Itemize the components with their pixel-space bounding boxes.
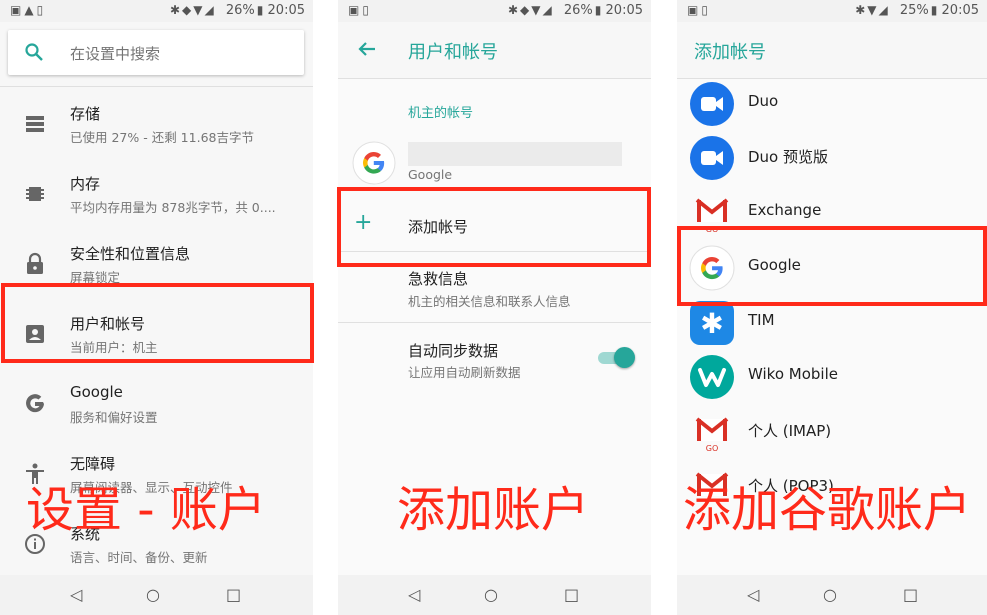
duo-preview-icon — [689, 135, 735, 181]
account-type-imap[interactable]: GO 个人 (IMAP) — [677, 405, 987, 459]
app-bar: 添加帐号 — [677, 22, 987, 79]
caption-settings-account: 设置 - 账户 — [26, 482, 266, 538]
home-nav-icon[interactable]: ○ — [484, 575, 498, 615]
divider — [338, 322, 651, 323]
google-g-icon — [22, 391, 48, 417]
recents-nav-icon[interactable]: □ — [226, 575, 241, 615]
notification-icons: ▣▯ — [687, 3, 711, 17]
settings-item-title: 存储 — [70, 105, 101, 123]
auto-sync-subtitle: 让应用自动刷新数据 — [408, 365, 521, 380]
app-bar: 用户和帐号 — [338, 22, 651, 79]
signal-icons: ✱◆▼◢ — [507, 3, 554, 17]
page-title: 用户和帐号 — [408, 42, 498, 63]
clock: 20:05 — [605, 3, 643, 18]
account-type-wiko[interactable]: Wiko Mobile — [677, 350, 987, 404]
settings-item-subtitle: 已使用 27% - 还剩 11.68吉字节 — [70, 130, 254, 145]
status-bar: ▣▯ ✱▼◢ 25% ▮ 20:05 — [677, 0, 987, 22]
clock: 20:05 — [941, 3, 979, 18]
duo-icon — [689, 81, 735, 127]
wiko-icon — [689, 354, 735, 400]
battery-icon: ▮ — [930, 3, 938, 17]
back-arrow-icon[interactable] — [356, 38, 378, 64]
emergency-info-subtitle: 机主的相关信息和联系人信息 — [408, 294, 571, 309]
battery-icon: ▮ — [256, 3, 264, 17]
account-type-name: Exchange — [748, 201, 822, 219]
settings-item-storage[interactable]: 存储 已使用 27% - 还剩 11.68吉字节 — [0, 89, 313, 159]
account-type-name: Duo — [748, 92, 779, 110]
lock-icon — [22, 251, 48, 277]
battery-icon: ▮ — [594, 3, 602, 17]
notification-icons: ▣▯ — [348, 3, 372, 17]
settings-item-subtitle: 服务和偏好设置 — [70, 410, 158, 425]
settings-item-google[interactable]: Google 服务和偏好设置 — [0, 369, 313, 439]
battery-percent: 25% — [899, 3, 929, 18]
redacted-account-email — [408, 142, 622, 166]
account-type-label: Google — [408, 167, 453, 182]
status-bar: ▣▯ ✱◆▼◢ 26% ▮ 20:05 — [338, 0, 651, 22]
page-title: 添加帐号 — [694, 42, 766, 63]
caption-add-google-account: 添加谷歌账户 — [683, 482, 972, 538]
settings-item-memory[interactable]: 内存 平均内存用量为 878兆字节，共 0.... — [0, 159, 313, 229]
toggle-thumb — [614, 347, 635, 368]
google-logo-icon — [352, 141, 396, 189]
emergency-info-title: 急救信息 — [408, 270, 469, 288]
notification-icons: ▣▲▯ — [10, 3, 47, 17]
status-bar: ▣▲▯ ✱◆▼◢ 26% ▮ 20:05 — [0, 0, 313, 22]
recents-nav-icon[interactable]: □ — [903, 575, 918, 615]
settings-item-subtitle: 平均内存用量为 878兆字节，共 0.... — [70, 200, 276, 215]
settings-search-bar[interactable]: 在设置中搜索 — [8, 30, 304, 75]
back-nav-icon[interactable]: ◁ — [747, 575, 759, 615]
clock: 20:05 — [267, 3, 305, 18]
account-type-name: Duo 预览版 — [748, 148, 829, 166]
signal-icons: ✱▼◢ — [855, 3, 890, 17]
gmail-go-icon: GO — [689, 409, 735, 455]
navigation-bar: ◁ ○ □ — [338, 575, 651, 615]
auto-sync-title: 自动同步数据 — [408, 342, 499, 360]
svg-text:GO: GO — [706, 444, 719, 453]
owner-accounts-category: 机主的帐号 — [408, 106, 474, 121]
back-nav-icon[interactable]: ◁ — [70, 575, 82, 615]
highlight-google — [677, 226, 987, 306]
search-placeholder: 在设置中搜索 — [70, 45, 161, 63]
recents-nav-icon[interactable]: □ — [564, 575, 579, 615]
settings-item-title: 安全性和位置信息 — [70, 245, 191, 263]
settings-item-title: 内存 — [70, 175, 101, 193]
home-nav-icon[interactable]: ○ — [146, 575, 160, 615]
battery-percent: 26% — [225, 3, 255, 18]
settings-item-subtitle: 语言、时间、备份、更新 — [70, 550, 208, 565]
account-type-name: Wiko Mobile — [748, 365, 838, 383]
signal-icons: ✱◆▼◢ — [169, 3, 216, 17]
auto-sync-toggle[interactable] — [598, 347, 635, 368]
memory-icon — [22, 181, 48, 207]
svg-text:✱: ✱ — [700, 307, 723, 340]
battery-percent: 26% — [563, 3, 593, 18]
navigation-bar: ◁ ○ □ — [0, 575, 313, 615]
caption-add-account: 添加账户 — [397, 482, 590, 538]
settings-item-title: Google — [70, 383, 123, 401]
divider — [0, 86, 313, 87]
home-nav-icon[interactable]: ○ — [823, 575, 837, 615]
back-nav-icon[interactable]: ◁ — [408, 575, 420, 615]
account-type-name: TIM — [748, 311, 775, 329]
highlight-users-accounts — [1, 283, 314, 363]
tim-icon: ✱ — [689, 300, 735, 346]
account-type-duo-preview[interactable]: Duo 预览版 — [677, 131, 987, 185]
navigation-bar: ◁ ○ □ — [677, 575, 987, 615]
search-icon — [24, 42, 44, 66]
storage-icon — [22, 111, 48, 137]
account-type-duo[interactable]: Duo — [677, 77, 987, 131]
account-type-name: 个人 (IMAP) — [748, 422, 832, 440]
highlight-add-account — [337, 187, 651, 267]
